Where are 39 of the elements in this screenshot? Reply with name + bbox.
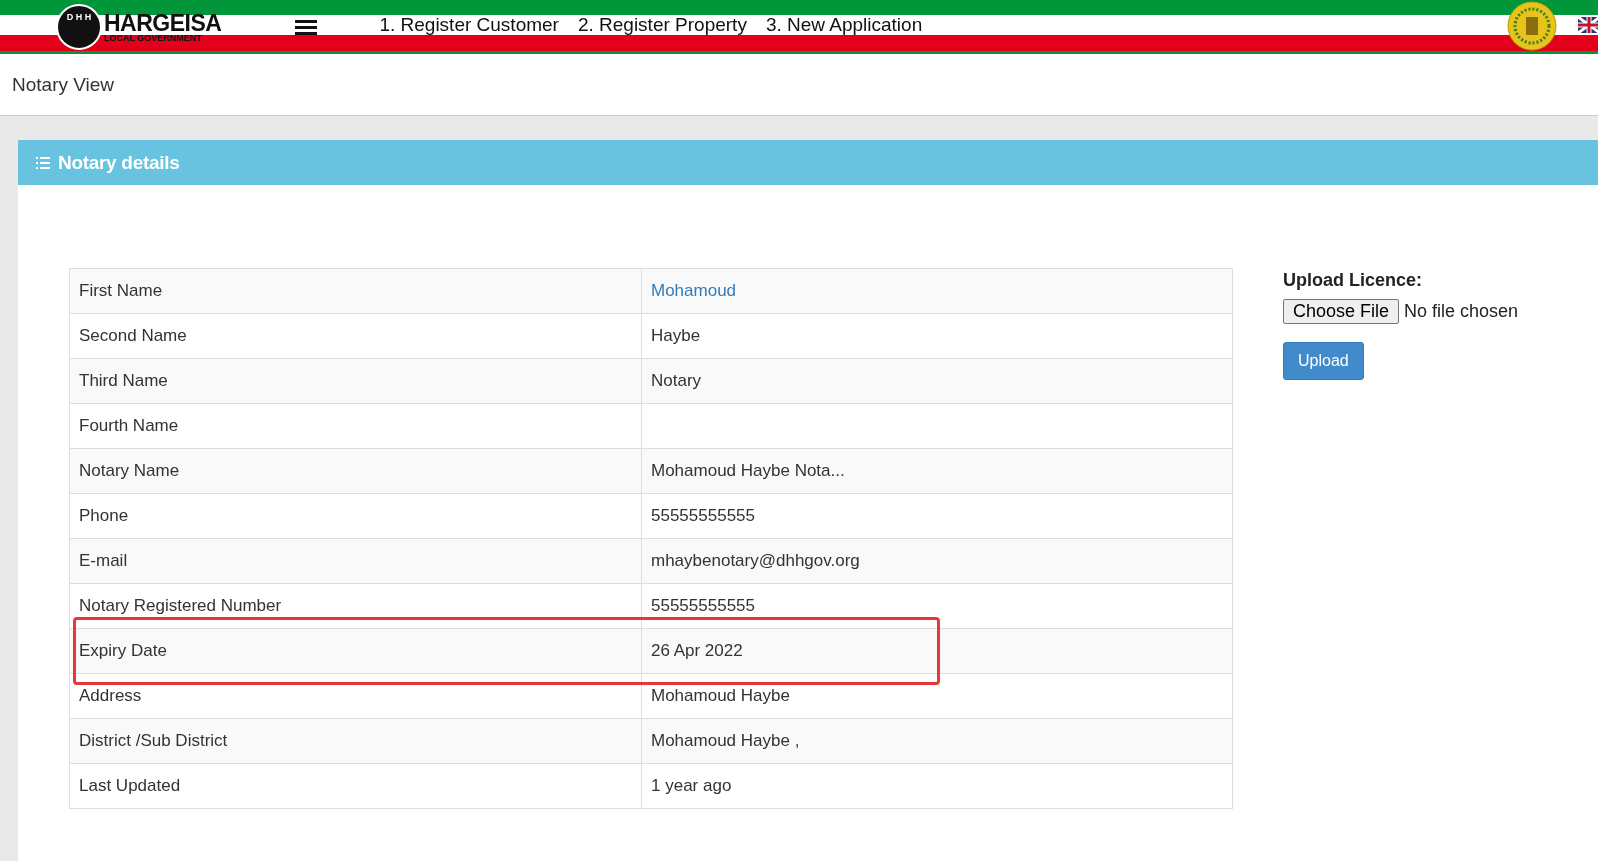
logo-name: HARGEISA [104, 11, 222, 34]
field-label: Second Name [69, 313, 642, 359]
panel-title: Notary details [58, 151, 180, 174]
field-label: Third Name [69, 358, 642, 404]
logo-initials: D H H [66, 12, 92, 22]
page-title: Notary View [12, 73, 115, 96]
field-label: Address [69, 673, 642, 719]
field-label: E-mail [69, 538, 642, 584]
field-label: Expiry Date [69, 628, 642, 674]
field-value: 26 Apr 2022 [641, 628, 1233, 674]
choose-file-button[interactable]: Choose File [1283, 299, 1400, 324]
field-label: Notary Name [69, 448, 642, 494]
upload-button[interactable]: Upload [1283, 342, 1364, 380]
nav-link[interactable]: 1. Register Customer [379, 14, 559, 36]
field-label: District /Sub District [69, 718, 642, 764]
list-icon [36, 156, 50, 169]
nav-link[interactable]: 2. Register Property [577, 14, 747, 36]
value-link[interactable]: Mohamoud [651, 281, 737, 300]
field-label: Notary Registered Number [69, 583, 642, 629]
menu-icon[interactable] [295, 19, 318, 35]
field-value: Mohamoud Haybe [641, 673, 1233, 719]
seal-emblem-icon [1507, 1, 1557, 51]
uk-flag-icon[interactable] [1578, 17, 1598, 33]
file-status: No file chosen [1404, 301, 1519, 322]
field-value: 55555555555 [641, 493, 1233, 539]
field-value: 1 year ago [641, 763, 1233, 809]
field-label: Fourth Name [69, 403, 642, 449]
field-value: 55555555555 [641, 583, 1233, 629]
field-value: Haybe [641, 313, 1233, 359]
field-label: Phone [69, 493, 642, 539]
field-value: Mohamoud Haybe , [641, 718, 1233, 764]
upload-label: Upload Licence: [1283, 270, 1423, 291]
field-label: Last Updated [69, 763, 642, 809]
nav-link[interactable]: 3. New Application [765, 14, 923, 36]
field-value: Mohamoud Haybe Nota... [641, 448, 1233, 494]
field-label: First Name [69, 268, 642, 314]
logo-subtitle: LOCAL GOVERNMENT [104, 33, 203, 43]
field-value: mhaybenotary@dhhgov.org [641, 538, 1233, 584]
field-value: Notary [641, 358, 1233, 404]
